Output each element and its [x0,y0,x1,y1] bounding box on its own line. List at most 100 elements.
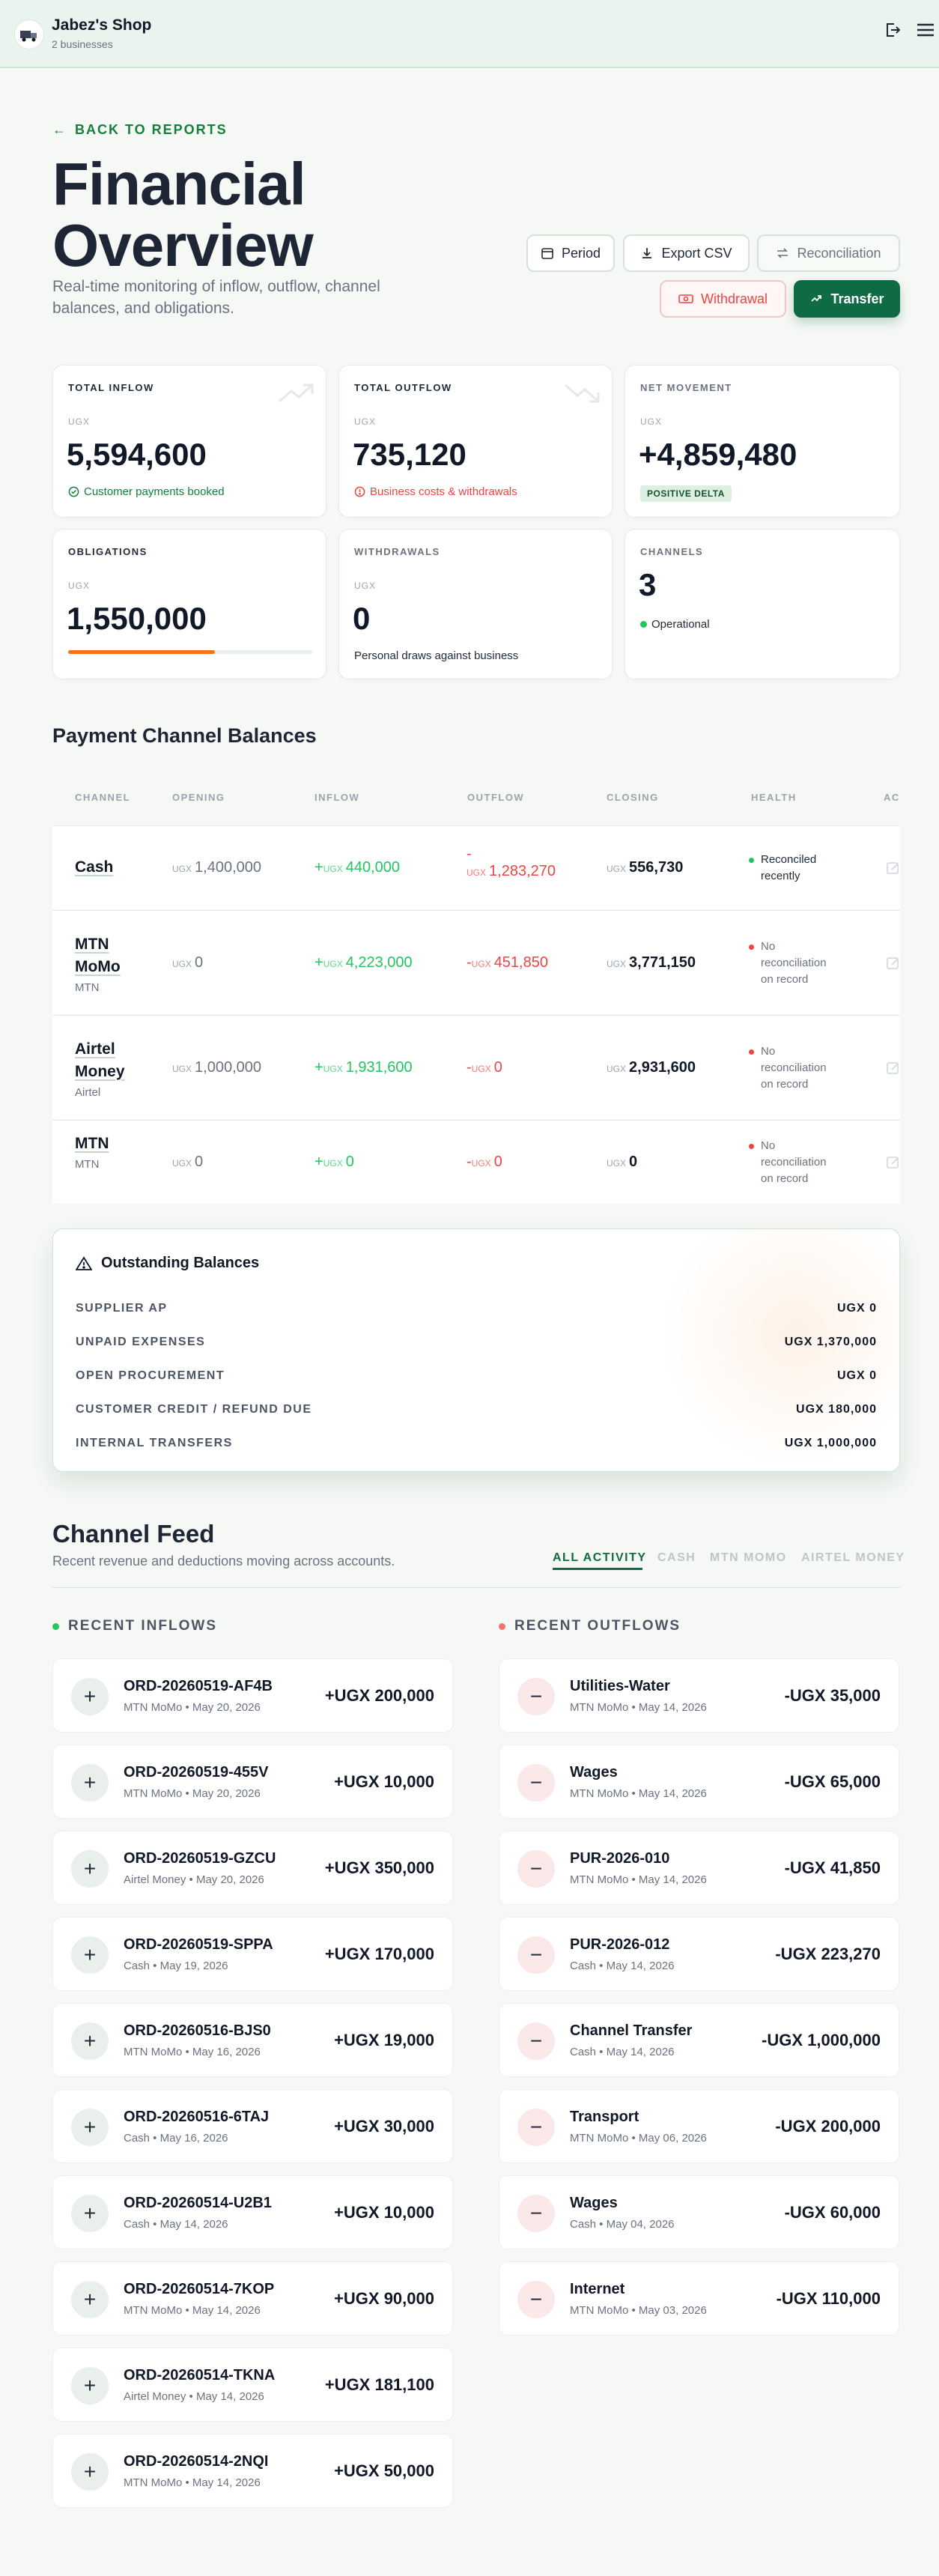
table-row[interactable]: Cash UGX 1,400,000 +UGX 440,000- UGX 1,283,270… [52,825,900,909]
sign: - [467,1058,472,1076]
logout-icon[interactable] [881,18,905,42]
feed-title: Channel Feed [52,1520,215,1548]
feed-item-title: Internet [570,2281,625,2297]
health-dot [749,1049,754,1055]
edit-icon[interactable] [886,861,901,879]
column-header-opening: OPENING [172,792,225,803]
health-status: No reconciliation on record [749,1138,839,1187]
amount: 0 [195,1154,204,1170]
reconciliation-button[interactable]: Reconciliation [757,234,900,272]
inflow-cell: +UGX 0 [314,1154,354,1171]
recent-outflows-heading: RECENT OUTFLOWS [499,1618,681,1634]
health-status: Reconciled recently [749,852,839,885]
health-dot [749,1144,754,1149]
recent-outflows-label: RECENT OUTFLOWS [514,1618,681,1634]
minus-icon: − [517,2281,555,2318]
withdrawal-button[interactable]: Withdrawal [660,280,786,318]
outstanding-value: UGX 1,000,000 [784,1437,877,1449]
outflow-item[interactable]: − PUR-2026-012 Cash • May 14, 2026 -UGX 223… [499,1917,899,1991]
table-row[interactable]: MTN MoMo MTN UGX 0 +UGX 4,223,000 -UGX 451,850 U… [52,910,900,1014]
feed-item-amount: -UGX 110,000 [776,2289,881,2308]
channel-name[interactable]: MTN [75,1133,142,1155]
tab-airtel-money[interactable]: AIRTEL MONEY [801,1551,905,1565]
card-value: 0 [353,601,371,636]
outflow-item[interactable]: − Internet MTN MoMo • May 03, 2026 -UGX 110… [499,2261,899,2336]
outflow-item[interactable]: − Transport MTN MoMo • May 06, 2026 -UGX 20… [499,2089,899,2163]
menu-icon[interactable] [914,18,938,42]
channel-name[interactable]: MTN MoMo [75,933,142,978]
channel-name[interactable]: Cash [75,856,142,879]
inflow-item[interactable]: + ORD-20260519-AF4B MTN MoMo • May 20, 202… [52,1658,453,1733]
inflow-item[interactable]: + ORD-20260519-GZCU Airtel Money • May 20,… [52,1831,453,1905]
net-movement-card: NET MOVEMENT UGX +4,859,480 POSITIVE DEL… [625,365,900,518]
table-row[interactable]: MTN MTN UGX 0 +UGX 0 -UGX 0 UGX 0 No reconciliatio… [52,1120,900,1204]
outflow-item[interactable]: − Wages Cash • May 04, 2026 -UGX 60,000 [499,2175,899,2249]
table-row[interactable]: Airtel Money Airtel UGX 1,000,000 +UGX 1,931,… [52,1015,900,1119]
channel-name[interactable]: Airtel Money [75,1038,142,1083]
health-dot [749,858,754,863]
outflow-cell: - UGX 1,283,270 [467,846,556,880]
inflow-item[interactable]: + ORD-20260516-BJS0 MTN MoMo • May 16, 202… [52,2003,453,2077]
outstanding-value: UGX 0 [836,1302,877,1315]
inflow-item[interactable]: + ORD-20260514-2NQI MTN MoMo • May 14, 202… [52,2434,453,2508]
inflow-item[interactable]: + ORD-20260519-SPPA Cash • May 19, 2026 +UG… [52,1917,453,1991]
period-label: Period [561,245,601,261]
inflow-cell: +UGX 440,000 [314,859,400,876]
feed-item-amount: +UGX 200,000 [324,1686,434,1705]
tab-cash[interactable]: CASH [657,1551,696,1565]
outflow-item[interactable]: − Channel Transfer Cash • May 14, 2026 -UGX… [499,2003,899,2077]
tabs-divider [52,1587,900,1588]
inflow-item[interactable]: + ORD-20260514-TKNA Airtel Money • May 14,… [52,2348,453,2422]
health-dot [749,944,754,950]
withdrawal-label: Withdrawal [700,291,768,306]
edit-icon[interactable] [886,956,901,975]
outstanding-label: INTERNAL TRANSFERS [76,1437,233,1449]
plus-icon: + [71,1764,109,1801]
export-csv-button[interactable]: Export CSV [623,234,750,272]
outstanding-value: UGX 1,370,000 [784,1336,877,1348]
outflow-item[interactable]: − Wages MTN MoMo • May 14, 2026 -UGX 65,000 [499,1745,899,1819]
edit-icon[interactable] [886,1155,901,1174]
feed-item-meta: MTN MoMo • May 14, 2026 [124,2304,261,2317]
card-unit: UGX [354,581,377,591]
currency-unit: UGX [172,1063,192,1074]
feed-item-title: Utilities-Water [570,1678,670,1694]
amount: 440,000 [345,859,400,876]
transfer-button[interactable]: Transfer [794,280,900,318]
health-text: No reconciliation on record [761,939,827,986]
inflow-item[interactable]: + ORD-20260514-U2B1 Cash • May 14, 2026 +UG… [52,2175,453,2249]
shop-name[interactable]: Jabez's Shop [52,16,151,34]
feed-item-meta: MTN MoMo • May 20, 2026 [124,1787,261,1800]
business-count: 2 businesses [52,38,113,50]
edit-icon[interactable] [886,1061,901,1079]
status-dot [640,621,647,628]
outflow-cell: -UGX 451,850 [467,954,548,972]
feed-item-meta: Cash • May 14, 2026 [570,2046,675,2058]
inflow-item[interactable]: + ORD-20260519-455V MTN MoMo • May 20, 202… [52,1745,453,1819]
currency-unit: UGX [471,1063,491,1074]
plus-icon: + [71,2109,109,2146]
total-inflow-card: TOTAL INFLOW UGX 5,594,600 Customer paym… [52,365,326,518]
back-to-reports-link[interactable]: ← BACK TO REPORTS [52,122,228,138]
minus-icon: − [517,2022,555,2060]
outflow-item[interactable]: − PUR-2026-010 MTN MoMo • May 14, 2026 -UGX… [499,1831,899,1905]
arrow-left-icon: ← [52,122,67,137]
feed-item-amount: +UGX 350,000 [324,1858,434,1877]
currency-unit: UGX [323,958,343,969]
channels-card: CHANNELS 3 Operational [625,529,900,679]
column-header-closing: CLOSING [607,792,659,803]
card-value: 5,594,600 [67,437,207,472]
period-button[interactable]: Period [526,234,615,272]
shop-logo-icon[interactable] [14,19,44,49]
plus-icon: + [71,2195,109,2232]
closing-cell: UGX 3,771,150 [607,954,696,972]
inflow-item[interactable]: + ORD-20260516-6TAJ Cash • May 16, 2026 +UG… [52,2089,453,2163]
feed-item-title: ORD-20260514-7KOP [124,2281,275,2297]
outflow-item[interactable]: − Utilities-Water MTN MoMo • May 14, 2026 -… [499,1658,899,1733]
feed-item-title: ORD-20260519-SPPA [124,1936,273,1953]
tab-all-activity[interactable]: ALL ACTIVITY [553,1551,647,1565]
plus-icon: + [71,1850,109,1888]
channel-provider: MTN [75,1158,100,1171]
tab-mtn-momo[interactable]: MTN MOMO [710,1551,787,1565]
inflow-item[interactable]: + ORD-20260514-7KOP MTN MoMo • May 14, 202… [52,2261,453,2336]
